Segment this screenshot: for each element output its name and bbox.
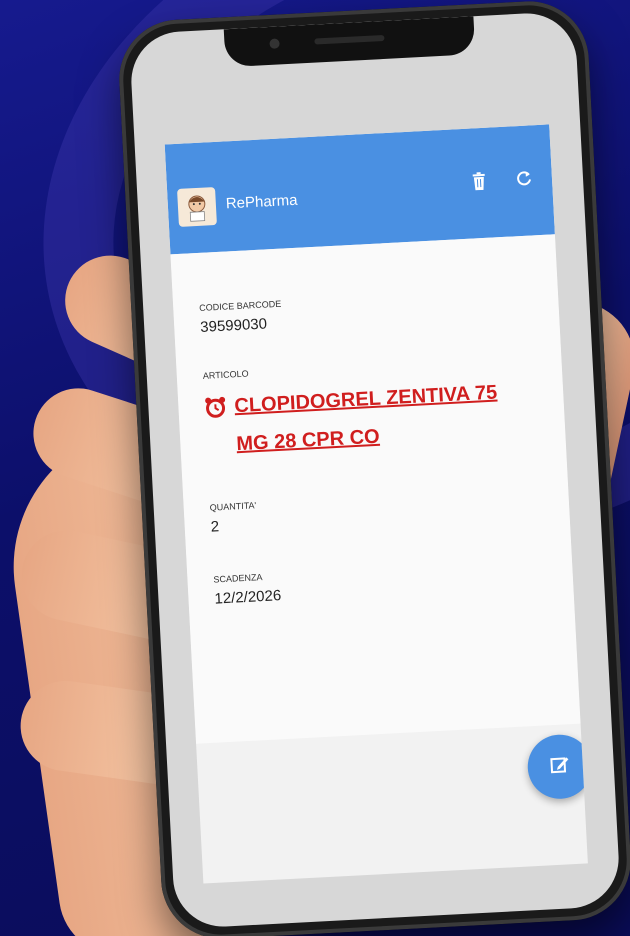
quantita-label: QUANTITA': [209, 500, 257, 513]
barcode-value: 39599030: [199, 315, 268, 336]
barcode-field: CODICE BARCODE 39599030: [199, 299, 283, 336]
articolo-value: CLOPIDOGREL ZENTIVA 75 MG 28 CPR CO: [233, 381, 498, 456]
articolo-field: ARTICOLO CLOPIDOGREL ZENTIVA 75 MG 28 CP…: [203, 355, 508, 465]
pharmacist-avatar-icon: [177, 186, 217, 227]
delete-button[interactable]: [461, 165, 497, 201]
articolo-value-link[interactable]: CLOPIDOGREL ZENTIVA 75 MG 28 CPR CO: [204, 373, 508, 465]
refresh-button[interactable]: [506, 163, 542, 199]
scadenza-label: SCADENZA: [213, 572, 263, 585]
app-title: RePharma: [225, 191, 298, 213]
edit-button[interactable]: [526, 733, 588, 801]
refresh-icon: [514, 168, 533, 193]
alarm-clock-icon: [204, 396, 227, 419]
app-header: RePharma: [164, 124, 555, 255]
app-screen: RePharma CODICE BARCODE 39599030 ARTICOL…: [164, 124, 588, 884]
quantita-field: QUANTITA' 2: [209, 500, 257, 535]
phone-notch: [223, 16, 476, 68]
scadenza-field: SCADENZA 12/2/2026: [213, 571, 282, 608]
speaker-grille: [314, 34, 385, 45]
edit-icon: [549, 754, 570, 779]
barcode-label: CODICE BARCODE: [199, 298, 282, 313]
item-detail: CODICE BARCODE 39599030 ARTICOLO CLOPIDO…: [170, 234, 581, 744]
phone-device: RePharma CODICE BARCODE 39599030 ARTICOL…: [116, 0, 630, 936]
trash-icon: [472, 171, 487, 196]
camera-icon: [269, 38, 280, 49]
scadenza-value: 12/2/2026: [214, 587, 282, 608]
phone-frame: RePharma CODICE BARCODE 39599030 ARTICOL…: [128, 10, 622, 930]
quantita-value: 2: [210, 518, 220, 536]
